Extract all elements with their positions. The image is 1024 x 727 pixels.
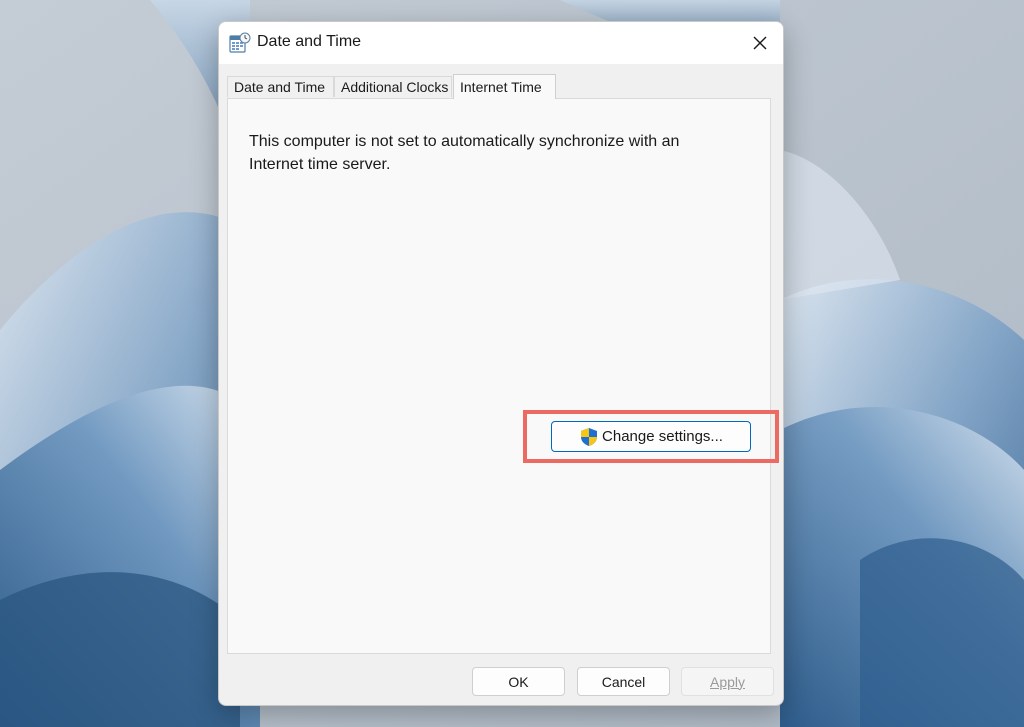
change-settings-button[interactable]: Change settings... <box>551 421 751 452</box>
date-and-time-dialog: Date and Time Date and Time Additional C… <box>218 21 784 706</box>
uac-shield-icon <box>581 427 598 446</box>
internet-time-panel: This computer is not set to automaticall… <box>227 98 779 654</box>
close-icon <box>753 36 767 50</box>
tab-date-and-time[interactable]: Date and Time <box>227 76 334 97</box>
cancel-button[interactable]: Cancel <box>577 667 670 696</box>
change-settings-label: Change settings... <box>602 428 723 445</box>
ok-button[interactable]: OK <box>472 667 565 696</box>
title-bar[interactable]: Date and Time <box>219 22 783 64</box>
tab-additional-clocks[interactable]: Additional Clocks <box>334 76 452 97</box>
date-time-icon <box>229 32 251 53</box>
tab-internet-time[interactable]: Internet Time <box>453 74 556 99</box>
close-button[interactable] <box>737 22 783 64</box>
apply-button[interactable]: Apply <box>681 667 774 696</box>
apply-label: Apply <box>709 673 746 690</box>
window-title: Date and Time <box>257 33 362 50</box>
sync-status-message: This computer is not set to automaticall… <box>249 133 680 173</box>
